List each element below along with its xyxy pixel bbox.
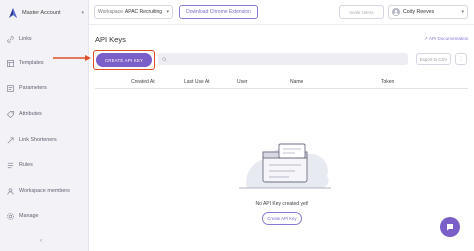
user-icon — [393, 10, 399, 15]
sidebar-item-label: Link Shorteners — [19, 137, 57, 143]
column-header: Name — [290, 79, 304, 85]
user-menu[interactable]: Cody Reeves ▾ — [388, 5, 468, 19]
column-header: Created At — [131, 79, 155, 85]
link-shortener-icon — [6, 136, 15, 145]
sidebar-item-label: Manage — [19, 213, 39, 219]
chevron-down-icon: ▾ — [461, 9, 464, 15]
sidebar-item-templates[interactable]: Templates — [6, 57, 44, 69]
column-header: User — [237, 79, 248, 85]
create-api-key-button[interactable]: CREATE API KEY — [96, 53, 152, 67]
sidebar-item-workspace-members[interactable]: Workspace members — [6, 185, 70, 197]
column-header: Token — [381, 79, 395, 85]
chevron-down-icon: ▾ — [166, 9, 169, 15]
chat-support-button[interactable] — [440, 217, 460, 237]
sidebar-item-label: Links — [19, 36, 32, 42]
sidebar-item-label: Templates — [19, 60, 44, 66]
download-extension-button[interactable]: Download Chrome Extension — [179, 5, 258, 19]
search-input[interactable] — [158, 53, 408, 65]
sidebar: Master Account ▾ Links Templates Paramet… — [0, 0, 89, 251]
logo-icon — [8, 7, 18, 19]
column-header: Last Use At — [184, 79, 210, 85]
sidebar-item-label: Parameters — [19, 85, 47, 91]
members-icon — [6, 187, 15, 196]
sidebar-item-label: Rules — [19, 162, 33, 168]
top-header: Workspace APAC Recruiting ▾ Download Chr… — [89, 0, 474, 25]
invite-users-button[interactable]: Invite Users — [339, 5, 384, 19]
account-switcher[interactable]: Master Account ▾ — [8, 6, 86, 20]
api-documentation-link[interactable]: ↗ API Documentation — [424, 36, 468, 42]
sidebar-item-rules[interactable]: Rules — [6, 159, 33, 171]
template-icon — [6, 59, 15, 68]
sidebar-item-manage[interactable]: Manage — [6, 210, 38, 222]
more-options-button[interactable]: ⋮ — [455, 53, 467, 65]
api-documentation-label: API Documentation — [428, 36, 469, 41]
empty-state-text: No API Key created yet! — [255, 201, 309, 207]
workspace-value: APAC Recruiting — [124, 9, 163, 15]
annotation-arrow — [52, 54, 92, 62]
chat-icon — [447, 224, 453, 231]
sidebar-item-attributes[interactable]: Attributes — [6, 108, 42, 120]
sidebar-item-parameters[interactable]: Parameters — [6, 82, 47, 94]
parameters-icon — [6, 84, 15, 93]
workspace-prefix: Workspace — [98, 9, 123, 15]
search-icon — [162, 56, 167, 62]
sidebar-item-label: Attributes — [19, 111, 42, 117]
account-label: Master Account — [22, 10, 61, 16]
page-title: API Keys — [95, 35, 126, 44]
chevron-down-icon: ▾ — [81, 10, 84, 16]
table-header: Created At Last Use At User Name Token — [95, 77, 468, 89]
collapse-sidebar-button[interactable]: ‹ — [40, 238, 42, 244]
avatar — [392, 8, 400, 16]
create-api-key-secondary-button[interactable]: Create API Key — [262, 212, 302, 225]
workspace-select[interactable]: Workspace APAC Recruiting ▾ — [94, 5, 173, 19]
user-name: Cody Reeves — [403, 9, 435, 15]
sidebar-item-label: Workspace members — [19, 188, 70, 194]
link-icon — [6, 35, 15, 44]
sidebar-item-links[interactable]: Links — [6, 33, 32, 45]
attributes-icon — [6, 110, 15, 119]
rules-icon — [6, 161, 15, 170]
empty-state-illustration — [235, 130, 335, 196]
export-csv-button[interactable]: Export to CSV — [416, 53, 451, 65]
sidebar-item-link-shorteners[interactable]: Link Shorteners — [6, 134, 57, 146]
gear-icon — [6, 212, 15, 221]
